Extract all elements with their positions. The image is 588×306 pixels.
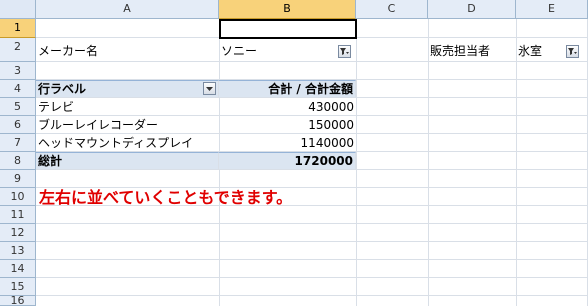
selected-cell-b1[interactable] bbox=[219, 19, 357, 39]
column-header-a[interactable]: A bbox=[36, 0, 219, 19]
pivot-item-value: 430000 bbox=[308, 100, 354, 114]
pivot-item-value: 150000 bbox=[308, 118, 354, 132]
column-header-b[interactable]: B bbox=[219, 0, 356, 19]
row-header-12[interactable]: 12 bbox=[0, 224, 36, 242]
filter-button-maker[interactable] bbox=[338, 45, 351, 58]
row-header-10[interactable]: 10 bbox=[0, 188, 36, 206]
row-header-16[interactable]: 16 bbox=[0, 296, 36, 306]
row-label-dropdown-button[interactable] bbox=[203, 82, 216, 95]
filter-label-maker: メーカー名 bbox=[38, 44, 99, 58]
row-header-6[interactable]: 6 bbox=[0, 116, 36, 134]
row-header-3[interactable]: 3 bbox=[0, 62, 36, 80]
pivot-item-label: ヘッドマウントディスプレイ bbox=[38, 136, 194, 150]
column-header-c[interactable]: C bbox=[356, 0, 428, 19]
row-header-7[interactable]: 7 bbox=[0, 134, 36, 152]
dropdown-arrow-icon bbox=[206, 87, 213, 91]
row-header-1[interactable]: 1 bbox=[0, 19, 36, 38]
pivot-row-label-header: 行ラベル bbox=[36, 80, 219, 98]
row-header-8[interactable]: 8 bbox=[0, 152, 36, 170]
row-header-4[interactable]: 4 bbox=[0, 80, 36, 98]
row-header-11[interactable]: 11 bbox=[0, 206, 36, 224]
column-header-d[interactable]: D bbox=[428, 0, 516, 19]
pivot-grand-total-value: 1720000 bbox=[219, 152, 356, 170]
pivot-grand-total-label: 総計 bbox=[36, 152, 219, 170]
filter-button-sales[interactable] bbox=[566, 45, 579, 58]
row-header-13[interactable]: 13 bbox=[0, 242, 36, 260]
select-all-corner[interactable] bbox=[0, 0, 36, 19]
column-header-e[interactable]: E bbox=[516, 0, 588, 19]
funnel-filter-icon bbox=[568, 48, 577, 55]
pivot-item-label: ブルーレイレコーダー bbox=[38, 118, 159, 132]
filter-value-maker: ソニー bbox=[221, 44, 258, 58]
pivot-value-header: 合計 / 合計金額 bbox=[219, 80, 356, 98]
row-header-5[interactable]: 5 bbox=[0, 98, 36, 116]
row-header-15[interactable]: 15 bbox=[0, 278, 36, 296]
annotation-note: 左右に並べていくこともできます。 bbox=[39, 188, 293, 207]
row-header-2[interactable]: 2 bbox=[0, 38, 36, 62]
row-header-14[interactable]: 14 bbox=[0, 260, 36, 278]
pivot-item-value: 1140000 bbox=[300, 136, 354, 150]
funnel-filter-icon bbox=[340, 48, 349, 55]
filter-label-sales: 販売担当者 bbox=[430, 44, 491, 58]
row-header-9[interactable]: 9 bbox=[0, 170, 36, 188]
spreadsheet-grid: A B C D E 1 2 3 4 5 6 7 8 9 10 11 12 13 … bbox=[0, 0, 588, 306]
pivot-item-label: テレビ bbox=[38, 100, 75, 114]
